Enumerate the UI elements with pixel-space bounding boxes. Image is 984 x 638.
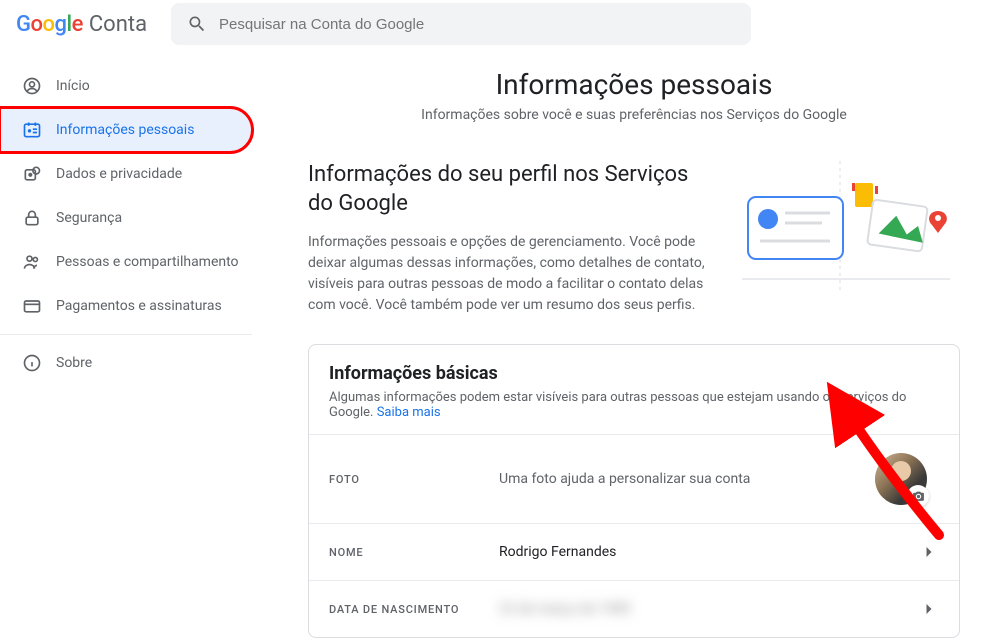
sidebar-item-label: Pagamentos e assinaturas: [56, 298, 222, 314]
privacy-icon: [22, 164, 42, 184]
row-value: Uma foto ajuda a personalizar sua conta: [499, 471, 875, 487]
sidebar-item-data-privacy[interactable]: Dados e privacidade: [0, 152, 252, 196]
sidebar-item-label: Início: [56, 78, 90, 94]
chevron-right-icon: [919, 542, 939, 562]
search-bar[interactable]: [171, 3, 751, 45]
section-heading: Informações do seu perfil nos Serviços d…: [308, 161, 706, 218]
learn-more-link[interactable]: Saiba mais: [377, 405, 441, 420]
page-title: Informações pessoais: [308, 68, 960, 101]
page-subtitle: Informações sobre você e suas preferênci…: [308, 107, 960, 123]
search-icon: [187, 14, 207, 34]
user-circle-icon: [22, 76, 42, 96]
search-input[interactable]: [219, 16, 735, 33]
sidebar-item-label: Pessoas e compartilhamento: [56, 254, 239, 270]
divider: [0, 334, 252, 335]
row-value: 22 de março de 1985: [499, 601, 919, 617]
row-photo[interactable]: FOTO Uma foto ajuda a personalizar sua c…: [309, 434, 959, 523]
sidebar-item-security[interactable]: Segurança: [0, 196, 252, 240]
row-value: Rodrigo Fernandes: [499, 544, 919, 560]
card-subtitle: Algumas informações podem estar visíveis…: [309, 390, 959, 434]
info-icon: [22, 353, 42, 373]
lock-icon: [22, 208, 42, 228]
sidebar-item-personal-info[interactable]: Informações pessoais: [0, 108, 252, 152]
sidebar-item-label: Segurança: [56, 210, 122, 226]
content: Informações pessoais Informações sobre v…: [260, 60, 984, 638]
people-icon: [22, 252, 42, 272]
sidebar-item-home[interactable]: Início: [0, 64, 252, 108]
sidebar-item-label: Sobre: [56, 355, 92, 371]
sidebar-item-people-sharing[interactable]: Pessoas e compartilhamento: [0, 240, 252, 284]
profile-avatar[interactable]: [875, 453, 927, 505]
sidebar-item-about[interactable]: Sobre: [0, 341, 252, 385]
sidebar-item-label: Dados e privacidade: [56, 166, 182, 182]
row-birthdate[interactable]: DATA DE NASCIMENTO 22 de março de 1985: [309, 580, 959, 637]
row-label: FOTO: [329, 473, 499, 486]
product-name: Conta: [89, 12, 147, 37]
google-wordmark: Google: [16, 12, 83, 37]
card-title: Informações básicas: [309, 363, 959, 384]
id-card-icon: [22, 120, 42, 140]
payments-icon: [22, 296, 42, 316]
sidebar: Início Informações pessoais Dados e priv…: [0, 60, 260, 638]
row-label: DATA DE NASCIMENTO: [329, 603, 499, 616]
camera-icon: [907, 485, 929, 507]
sidebar-item-payments[interactable]: Pagamentos e assinaturas: [0, 284, 252, 328]
sidebar-item-label: Informações pessoais: [56, 122, 194, 138]
header: Google Conta: [0, 0, 984, 48]
section-description: Informações pessoais e opções de gerenci…: [308, 232, 706, 316]
row-label: NOME: [329, 546, 499, 559]
profile-info-section: Informações do seu perfil nos Serviços d…: [308, 161, 960, 316]
chevron-right-icon: [919, 599, 939, 619]
basic-info-card: Informações básicas Algumas informações …: [308, 344, 960, 638]
google-logo[interactable]: Google Conta: [16, 12, 147, 37]
profile-illustration: [730, 161, 960, 281]
row-name[interactable]: NOME Rodrigo Fernandes: [309, 523, 959, 580]
